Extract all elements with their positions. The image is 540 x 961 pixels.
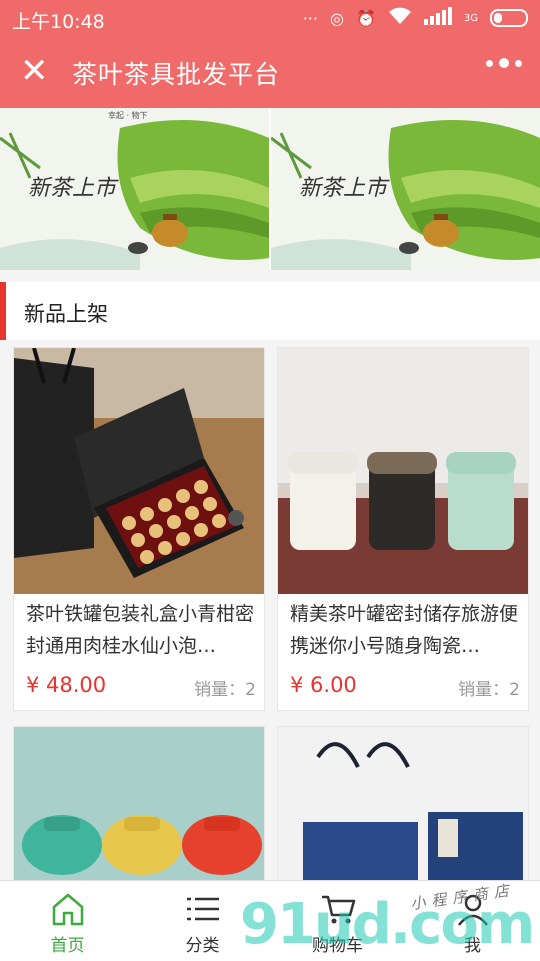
product-card[interactable]: 茶叶铁罐包装礼盒小青柑密封通用肉桂水仙小泡… ¥ 48.00 销量：2 — [13, 347, 265, 711]
alarm-icon: ⏰ — [355, 8, 376, 28]
product-card[interactable] — [277, 726, 529, 882]
battery-icon — [490, 9, 528, 27]
product-name[interactable]: 精美茶叶罐密封储存旅游便携迷你小号随身陶瓷… — [290, 598, 520, 662]
banner-carousel[interactable]: 新茶上市 幸起 · 物下 新茶上市 — [0, 108, 540, 270]
section-title: 新品上架 — [24, 302, 108, 326]
banner-slide[interactable]: 新茶上市 — [271, 108, 540, 270]
tab-label: 我 — [464, 936, 481, 956]
tab-label: 首页 — [50, 936, 85, 956]
product-image[interactable] — [14, 727, 264, 881]
wifi-icon — [388, 7, 412, 29]
section-accent-bar — [0, 282, 6, 340]
banner-small-text: 幸起 · 物下 — [108, 111, 148, 120]
product-card[interactable]: 精美茶叶罐密封储存旅游便携迷你小号随身陶瓷… ¥ 6.00 销量：2 — [277, 347, 529, 711]
tab-home[interactable]: 首页 — [0, 881, 135, 961]
banner-heading: 新茶上市 — [299, 176, 388, 201]
page-title: 茶叶茶具批发平台 — [72, 60, 281, 89]
close-icon[interactable]: ✕ — [20, 54, 49, 88]
product-image[interactable] — [278, 348, 528, 594]
sync-icon: ◎ — [329, 8, 344, 28]
tab-category[interactable]: 分类 — [135, 881, 270, 961]
product-image[interactable] — [14, 348, 264, 594]
tab-me[interactable]: 我 — [405, 881, 540, 961]
network-type: 3G — [463, 12, 478, 24]
status-bar: 上午10:48 ··· ◎ ⏰ 3G — [0, 0, 540, 36]
bottom-tab-bar: 首页 分类 购物车 我 — [0, 880, 540, 961]
more-dots-icon: ··· — [302, 8, 318, 28]
user-icon — [457, 894, 488, 926]
more-options-button[interactable] — [486, 58, 522, 68]
home-icon — [52, 893, 83, 926]
product-image[interactable] — [278, 727, 528, 881]
signal-icon — [423, 7, 452, 29]
product-price: ¥ 6.00 — [290, 673, 357, 697]
product-name[interactable]: 茶叶铁罐包装礼盒小青柑密封通用肉桂水仙小泡… — [26, 598, 256, 662]
section-header: 新品上架 — [0, 282, 540, 340]
list-icon — [186, 897, 219, 921]
status-time: 上午10:48 — [12, 11, 105, 33]
product-sales: 销量：2 — [194, 680, 256, 700]
product-sales: 销量：2 — [458, 680, 520, 700]
cart-icon — [321, 895, 355, 924]
nav-bar: ✕ 茶叶茶具批发平台 — [0, 36, 540, 108]
banner-heading: 新茶上市 — [28, 176, 117, 201]
banner-slide[interactable]: 新茶上市 幸起 · 物下 — [0, 108, 269, 270]
product-price: ¥ 48.00 — [26, 673, 107, 697]
status-icons: ··· ◎ ⏰ 3G — [303, 7, 528, 29]
tab-cart[interactable]: 购物车 — [270, 881, 405, 961]
product-card[interactable] — [13, 726, 265, 882]
tab-label: 购物车 — [312, 936, 363, 956]
tab-label: 分类 — [185, 936, 220, 956]
